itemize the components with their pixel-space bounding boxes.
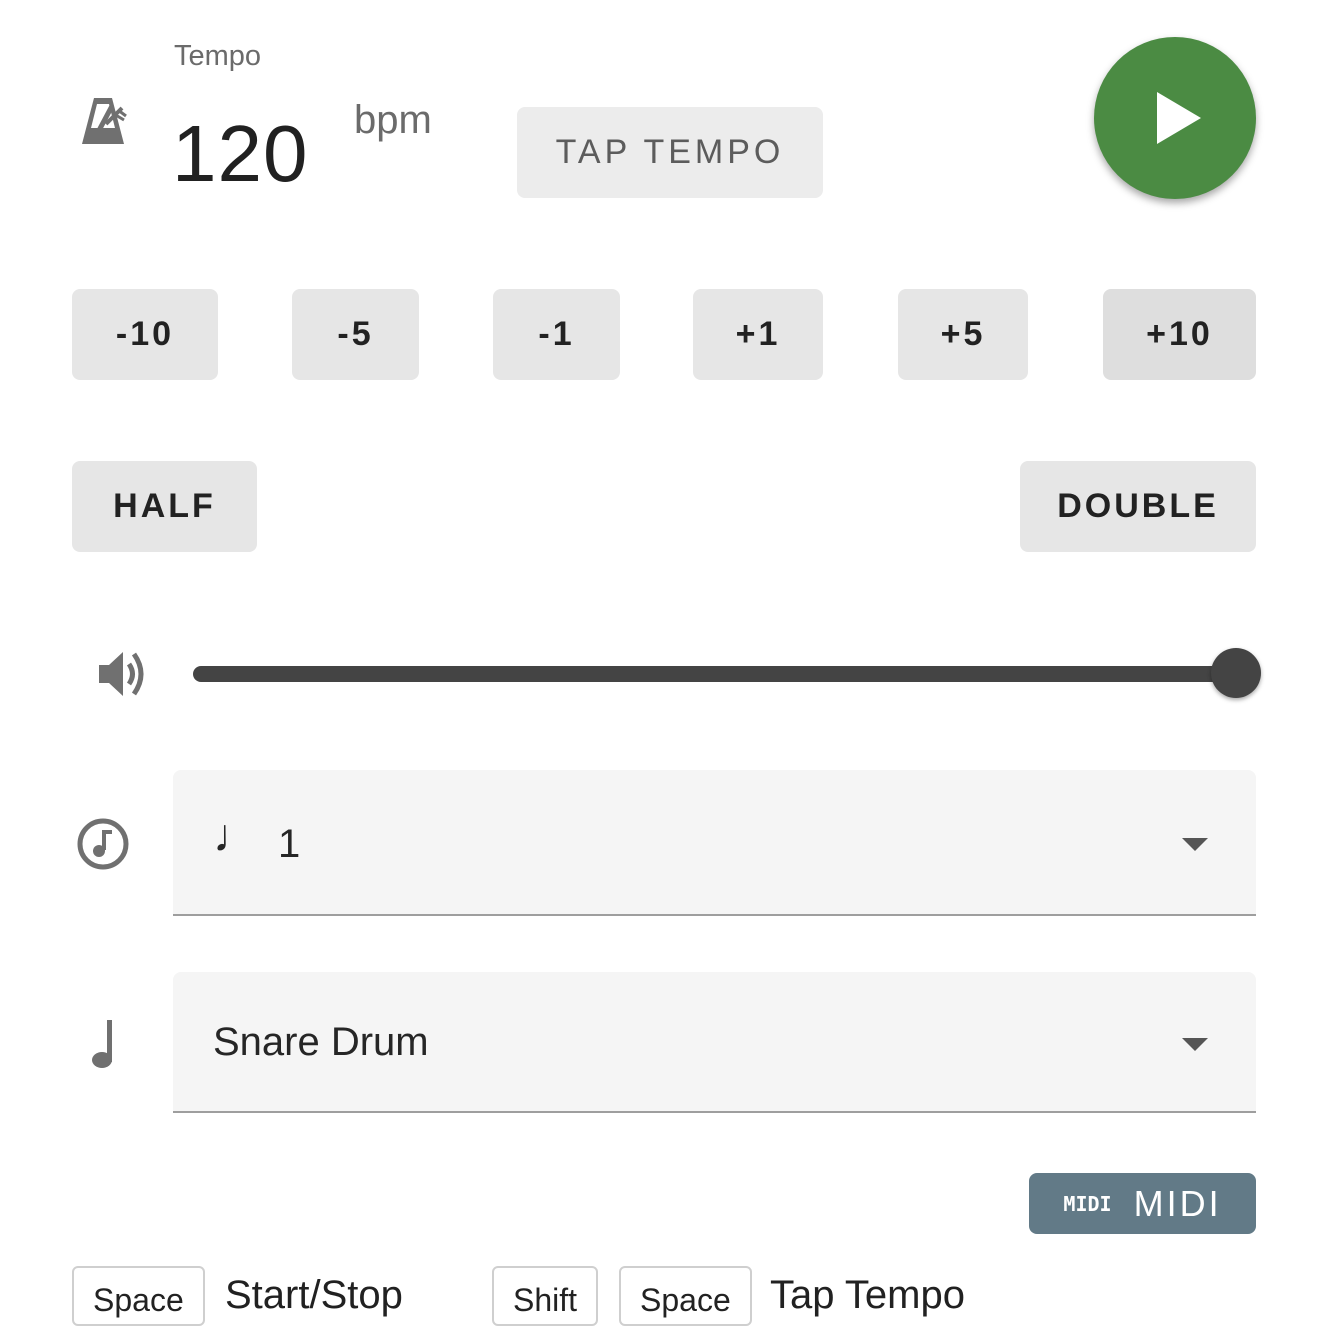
tempo-label: Tempo [174, 40, 262, 72]
midi-logo-icon: MIDI [1063, 1191, 1112, 1216]
increase-1-button[interactable]: +1 [693, 289, 823, 380]
kbd-shift: Shift [492, 1266, 599, 1326]
subdivision-value: 1 [278, 822, 301, 866]
kbd-space: Space [72, 1266, 205, 1326]
play-button[interactable] [1094, 37, 1256, 199]
quarter-note-icon [92, 1020, 112, 1068]
shortcut-tap-tempo-label: Tap Tempo [770, 1273, 965, 1317]
double-button[interactable]: DOUBLE [1020, 461, 1256, 552]
decrease-10-button[interactable]: -10 [72, 289, 218, 380]
volume-slider-thumb[interactable] [1211, 648, 1261, 698]
kbd-space: Space [619, 1266, 752, 1326]
sound-value: Snare Drum [213, 1020, 429, 1064]
midi-button[interactable]: MIDI MIDI [1029, 1173, 1256, 1234]
metronome-icon [82, 98, 127, 144]
shortcut-start-stop-label: Start/Stop [225, 1273, 403, 1317]
midi-label: MIDI [1133, 1182, 1222, 1224]
subdivision-icon [77, 818, 129, 870]
half-button[interactable]: HALF [72, 461, 257, 552]
tempo-unit: bpm [354, 98, 432, 142]
chevron-down-icon [1182, 1038, 1208, 1051]
increase-5-button[interactable]: +5 [898, 289, 1028, 380]
decrease-1-button[interactable]: -1 [493, 289, 620, 380]
sound-select[interactable]: Snare Drum [173, 972, 1256, 1113]
chevron-down-icon [1182, 838, 1208, 851]
subdivision-note-glyph: ♩ [213, 809, 259, 861]
volume-icon [99, 652, 144, 696]
subdivision-select[interactable]: ♩ 1 [173, 770, 1256, 916]
volume-slider-track[interactable] [193, 666, 1239, 682]
tap-tempo-button[interactable]: TAP TEMPO [517, 107, 823, 198]
play-icon [1157, 92, 1201, 144]
decrease-5-button[interactable]: -5 [292, 289, 419, 380]
increase-10-button[interactable]: +10 [1103, 289, 1256, 380]
tempo-value: 120 [172, 109, 309, 198]
